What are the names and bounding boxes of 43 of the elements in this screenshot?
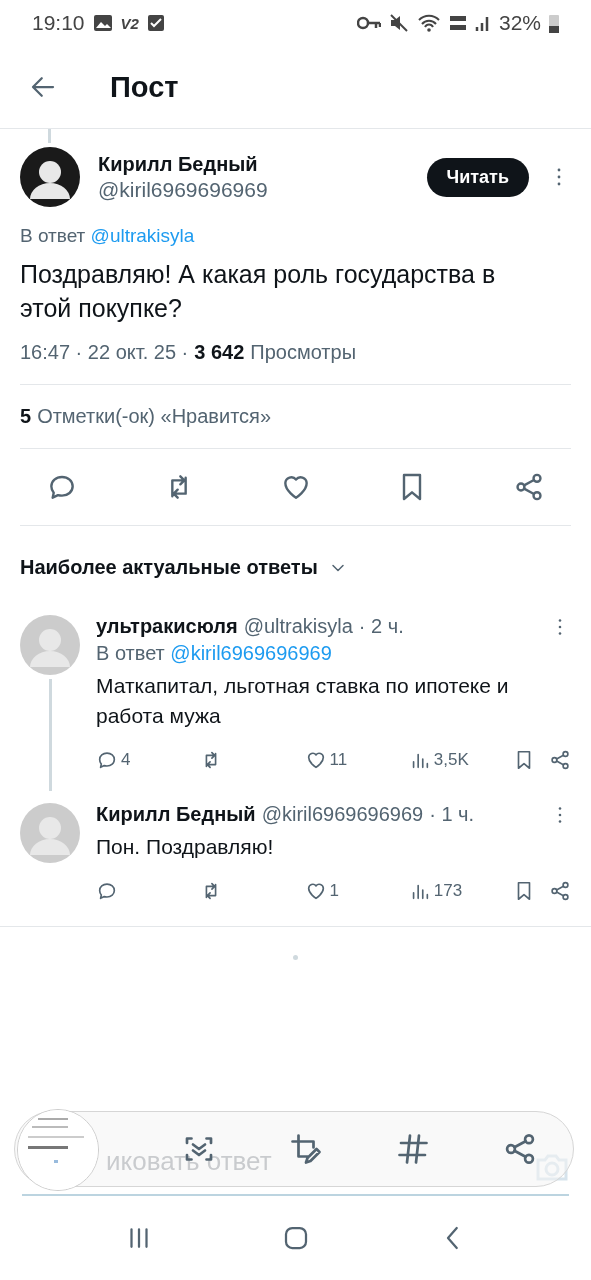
reply-author-handle[interactable]: @ultrakisyla xyxy=(243,615,353,638)
replies-sort-label[interactable]: Наиболее актуальные ответы xyxy=(20,556,318,579)
wifi-icon xyxy=(416,13,441,33)
avatar[interactable] xyxy=(20,147,80,207)
reply-time: · 2 ч. xyxy=(358,615,404,638)
checkbox-icon xyxy=(146,14,165,32)
reply-author-name[interactable]: ультракисюля xyxy=(96,615,238,638)
author-handle[interactable]: @kiril6969696969 xyxy=(98,177,409,202)
author-name[interactable]: Кирилл Бедный xyxy=(98,152,409,176)
reply-time: · 1 ч. xyxy=(429,803,475,826)
comment-icon[interactable] xyxy=(96,880,118,902)
reply-count: 4 xyxy=(121,750,131,770)
follow-button[interactable]: Читать xyxy=(426,157,529,197)
likes-count[interactable]: 5 xyxy=(20,405,32,428)
comment-icon[interactable] xyxy=(96,749,118,771)
post-text: Поздравляю! А какая роль государства в этой покупке? xyxy=(20,259,497,324)
reply-to-label: В ответ @ultrakisyla xyxy=(20,225,196,247)
key-icon xyxy=(356,16,381,30)
views-label: Просмотры xyxy=(250,341,357,364)
post-timestamp: 16:47 · 22 окт. 25 · xyxy=(20,341,189,364)
share-icon[interactable] xyxy=(513,471,545,503)
reply-text: Маткапитал, льготная ставка по ипотеке и работа мужа xyxy=(96,673,510,729)
battery-icon xyxy=(549,13,559,33)
reply-text: Пон. Поздравляю! xyxy=(96,834,275,860)
signal-icon xyxy=(474,14,491,32)
reply-author-name[interactable]: Кирилл Бедный xyxy=(96,803,256,826)
view-count: 3,5K xyxy=(433,750,469,770)
likes-label[interactable]: Отметки(-ок) «Нравится» xyxy=(37,405,272,428)
like-count: 11 xyxy=(329,750,348,770)
page-title: Пост xyxy=(110,70,179,104)
loading-dot xyxy=(293,955,298,960)
like-count: 1 xyxy=(329,881,339,901)
views-count: 3 642 xyxy=(194,341,245,364)
view-count: 173 xyxy=(433,881,463,901)
reply-author-handle[interactable]: @kiril6969696969 xyxy=(261,803,424,826)
share-icon[interactable] xyxy=(549,880,571,902)
mute-icon xyxy=(388,13,409,33)
network-label: V2 xyxy=(120,14,139,32)
share-icon[interactable] xyxy=(549,749,571,771)
reply-to-label: В ответ @kiril6969696969 xyxy=(96,642,333,665)
clock-time: 19:10 xyxy=(32,11,85,35)
battery-level: 32% xyxy=(498,11,541,35)
image-icon xyxy=(92,13,113,33)
